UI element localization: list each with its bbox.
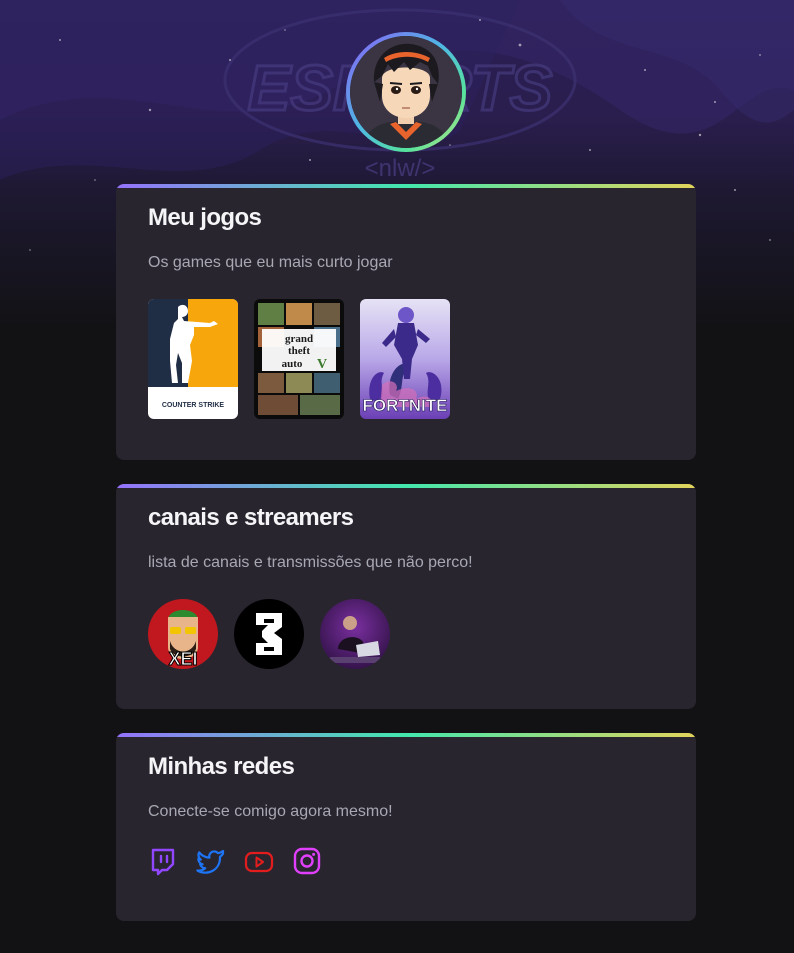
instagram-link[interactable]: [292, 846, 322, 876]
streamers-card: canais e streamers lista de canais e tra…: [116, 484, 696, 709]
twitch-icon: [151, 848, 175, 876]
dj-avatar: [320, 599, 390, 669]
game-gta-v[interactable]: grand theft auto V: [254, 299, 344, 419]
svg-text:auto: auto: [282, 358, 303, 370]
social-links: [148, 846, 322, 876]
black-logo-avatar: [234, 599, 304, 669]
counter-strike-label: COUNTER STRIKE: [162, 402, 225, 409]
instagram-icon: [293, 847, 321, 875]
xei-label: XEI: [168, 649, 197, 669]
twitch-link[interactable]: [148, 846, 178, 876]
counter-strike-cover: COUNTER STRIKE: [148, 299, 238, 419]
youtube-link[interactable]: [244, 846, 274, 876]
twitter-icon: [196, 849, 225, 874]
fortnite-label: FORTNITE: [363, 396, 448, 415]
social-subtitle: Conecte-se comigo agora mesmo!: [148, 803, 393, 820]
streamers-subtitle: lista de canais e transmissões que não p…: [148, 554, 473, 571]
fortnite-cover: FORTNITE: [360, 299, 450, 419]
games-title: Meu jogos: [148, 204, 262, 231]
page: ESPORTS <nlw/>: [0, 0, 794, 953]
watermark-subtext: <nlw/>: [365, 155, 436, 182]
profile-avatar: [350, 36, 462, 148]
games-list: COUNTER STRIKE grand theft auto V FORTNI…: [148, 299, 450, 419]
svg-text:theft: theft: [288, 345, 310, 357]
svg-text:grand: grand: [285, 333, 313, 345]
twitter-link[interactable]: [196, 846, 226, 876]
gta-v-cover: grand theft auto V: [254, 299, 344, 419]
games-subtitle: Os games que eu mais curto jogar: [148, 254, 393, 271]
streamer-channel-2[interactable]: [234, 599, 304, 669]
social-title: Minhas redes: [148, 753, 295, 780]
games-card: Meu jogos Os games que eu mais curto jog…: [116, 184, 696, 460]
streamers-title: canais e streamers: [148, 504, 354, 531]
social-card: Minhas redes Conecte-se comigo agora mes…: [116, 733, 696, 921]
game-counter-strike[interactable]: COUNTER STRIKE: [148, 299, 238, 419]
anime-character-avatar: [350, 36, 462, 148]
game-fortnite[interactable]: FORTNITE: [360, 299, 450, 419]
streamers-list: XEI: [148, 599, 390, 669]
svg-text:V: V: [317, 357, 327, 372]
youtube-icon: [244, 851, 274, 873]
streamer-xei[interactable]: XEI: [148, 599, 218, 669]
streamer-channel-3[interactable]: [320, 599, 390, 669]
xei-avatar: XEI: [148, 599, 218, 669]
profile-avatar-ring: [346, 32, 466, 152]
